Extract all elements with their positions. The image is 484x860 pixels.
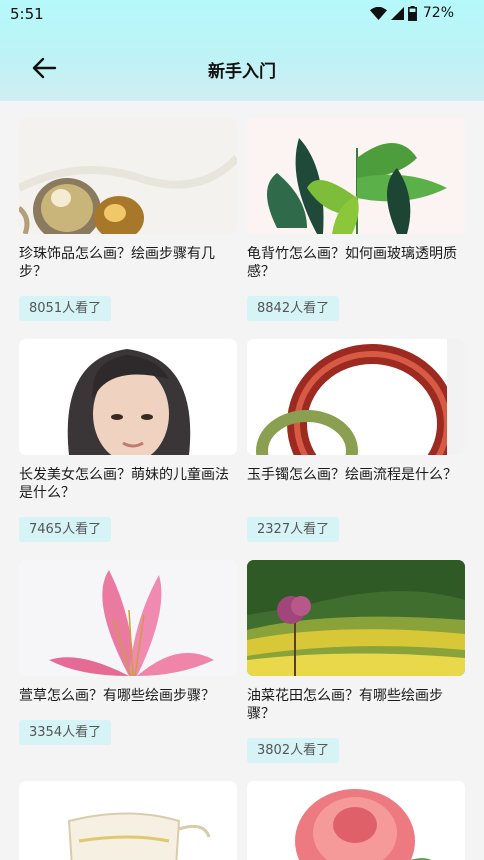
- status-time: 5:51: [10, 5, 44, 23]
- bracelet-illustration: [247, 339, 465, 455]
- view-count-suffix: 人看了: [290, 522, 330, 537]
- article-title: 萱草怎么画？有哪些绘画步骤？: [19, 688, 215, 704]
- article-thumbnail: [247, 560, 465, 676]
- rose-illustration: [247, 781, 465, 860]
- battery-percent: 72%: [422, 5, 454, 21]
- lily-illustration: [19, 560, 237, 676]
- view-count-badge: 3802人看了: [247, 738, 340, 763]
- article-grid: 珍珠饰品怎么画？绘画步骤有几步？ 8051人看了 龟背竹怎么画？如何画玻璃透明质…: [0, 101, 484, 860]
- article-thumbnail: [19, 339, 237, 455]
- view-count-badge: 2327人看了: [247, 517, 340, 542]
- page-title: 新手入门: [208, 62, 276, 82]
- app-bar: 新手入门: [0, 28, 484, 101]
- rapeseed-field-illustration: [247, 560, 465, 676]
- article-title: 油菜花田怎么画？有哪些绘画步骤？: [247, 688, 443, 722]
- teapot-illustration: [19, 781, 237, 860]
- view-count: 8842: [257, 301, 291, 316]
- view-count: 2327: [257, 522, 291, 537]
- article-thumbnail: [247, 781, 465, 860]
- article-title: 玉手镯怎么画？绘画流程是什么？: [247, 467, 457, 483]
- top-bar: 5:51 72% 新手入门: [0, 0, 484, 101]
- article-title: 长发美女怎么画？萌妹的儿童画法是什么？: [19, 467, 229, 501]
- view-count: 3354: [29, 725, 63, 740]
- article-thumbnail: [19, 781, 237, 860]
- view-count: 7465: [29, 522, 63, 537]
- article-title: 龟背竹怎么画？如何画玻璃透明质感？: [247, 246, 457, 280]
- article-thumbnail: [19, 560, 237, 676]
- battery-icon: [407, 5, 417, 21]
- view-count-badge: 8051人看了: [19, 296, 112, 321]
- monstera-illustration: [247, 118, 465, 234]
- view-count-suffix: 人看了: [290, 301, 330, 316]
- article-thumbnail: [247, 339, 465, 455]
- pearl-illustration: [19, 118, 237, 234]
- view-count-suffix: 人看了: [62, 725, 102, 740]
- view-count-badge: 3354人看了: [19, 720, 112, 745]
- wifi-icon: [369, 6, 387, 20]
- view-count-suffix: 人看了: [290, 743, 330, 758]
- view-count-suffix: 人看了: [62, 301, 102, 316]
- view-count-badge: 8842人看了: [247, 296, 340, 321]
- article-thumbnail: [247, 118, 465, 234]
- cell-signal-icon: [390, 6, 404, 20]
- view-count: 8051: [29, 301, 63, 316]
- view-count: 3802: [257, 743, 291, 758]
- status-bar: 5:51 72%: [0, 0, 484, 28]
- article-title: 珍珠饰品怎么画？绘画步骤有几步？: [19, 246, 215, 280]
- view-count-suffix: 人看了: [62, 522, 102, 537]
- article-thumbnail: [19, 118, 237, 234]
- view-count-badge: 7465人看了: [19, 517, 112, 542]
- portrait-illustration: [19, 339, 237, 455]
